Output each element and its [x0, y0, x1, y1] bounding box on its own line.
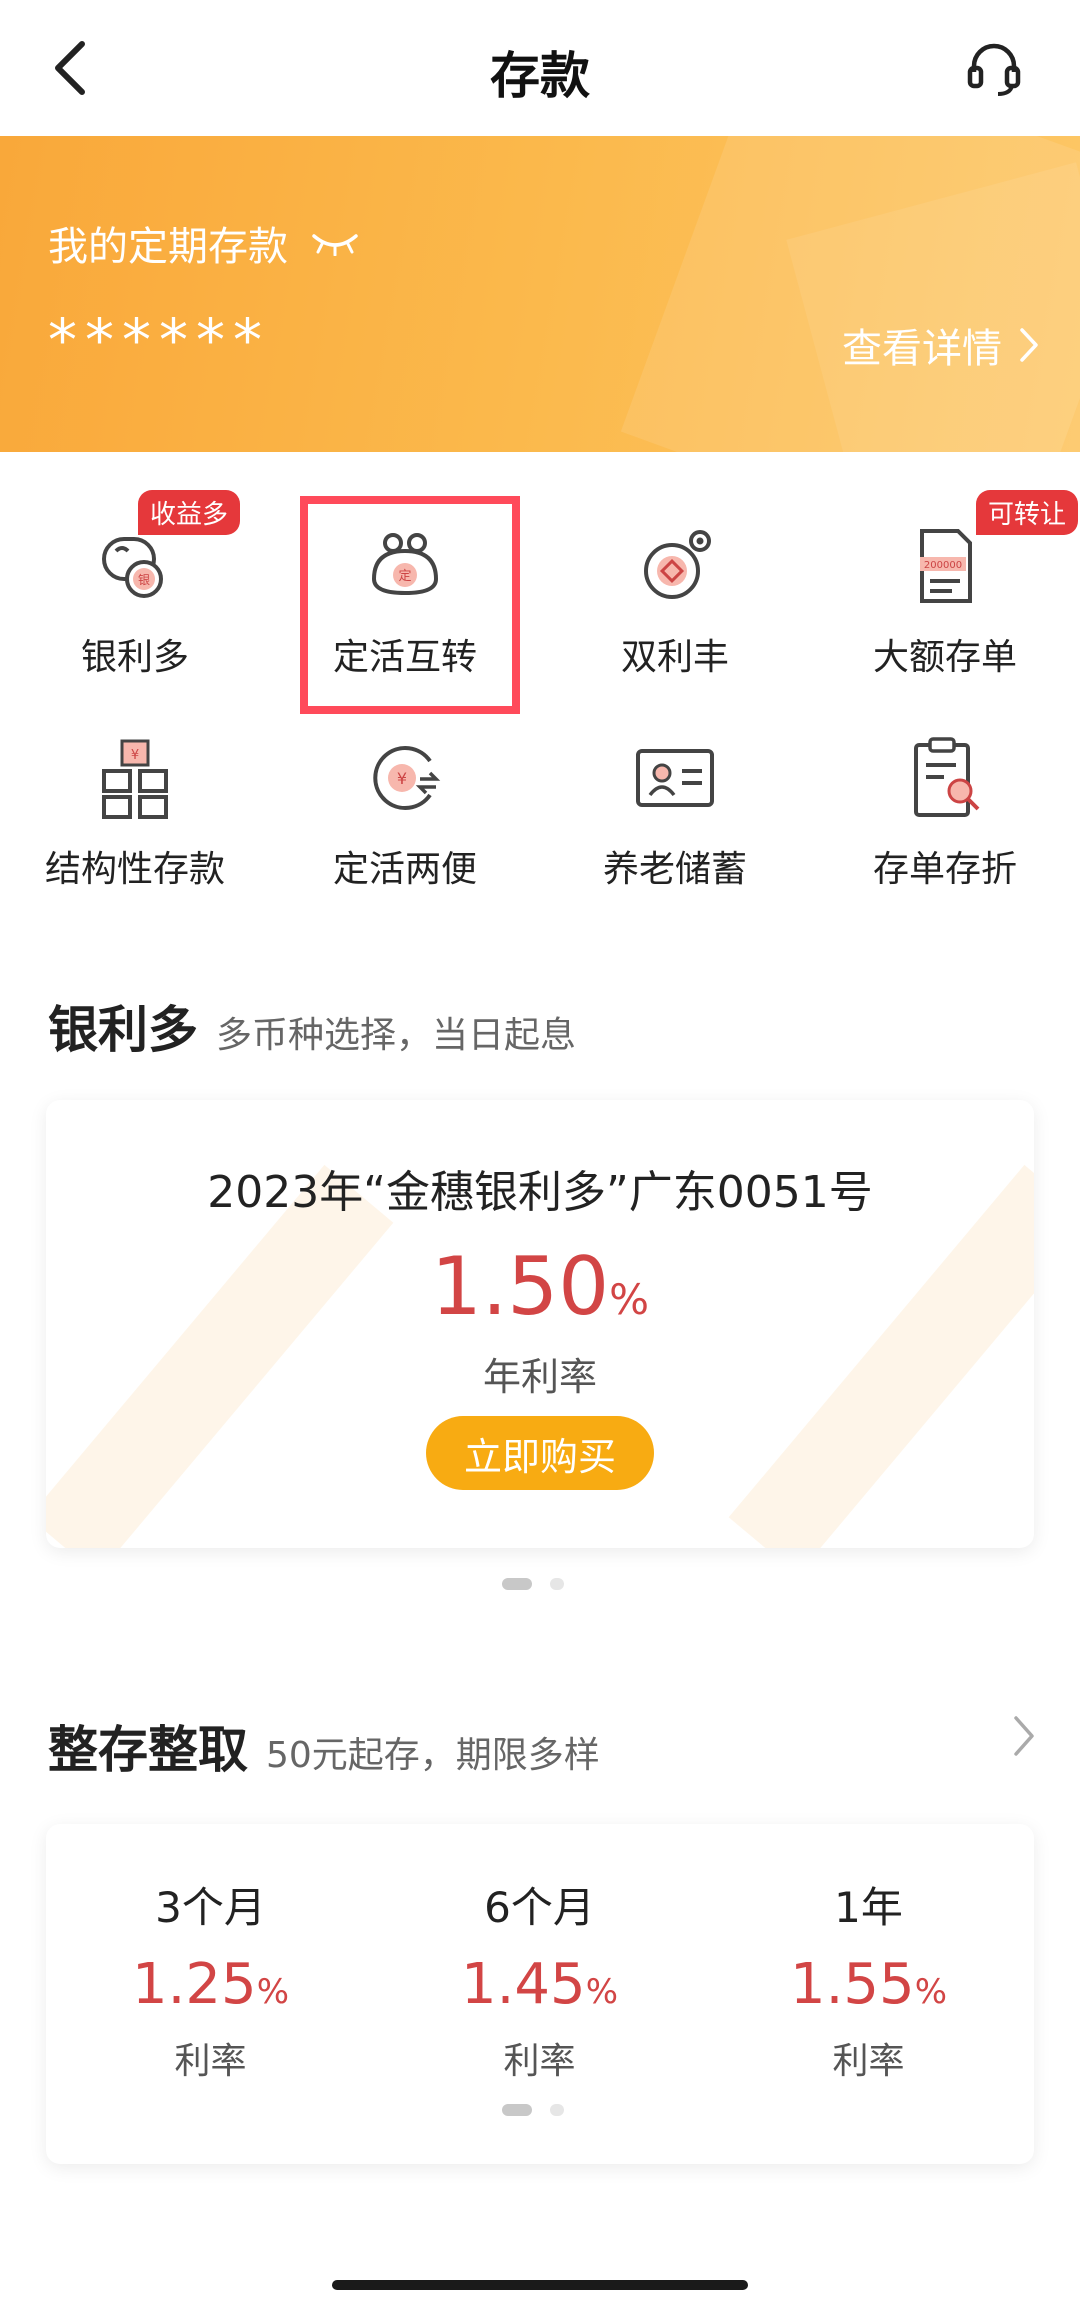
headset-icon [967, 43, 1021, 96]
chevron-right-icon [1020, 328, 1038, 362]
grid-item-large-deposit-certificate[interactable]: 200000 大额存单 可转让 [810, 482, 1080, 694]
banner-label: 我的定期存款 [48, 224, 288, 270]
section-fixed-deposit-header[interactable]: 整存整取 50元起存，期限多样 [48, 1710, 600, 1782]
home-indicator[interactable] [332, 2280, 748, 2290]
product-name: 2023年“金穗银利多”广东0051号 [207, 1167, 873, 1218]
feature-grid: 银 银利多 收益多 定 定活互转 双利丰 200000 大额存单 可转让 ¥ 结… [0, 482, 1080, 906]
badge-high-yield: 收益多 [138, 490, 241, 535]
badge-transferable: 可转让 [976, 490, 1079, 535]
grid-label: 定活两便 [332, 849, 477, 890]
my-deposit-banner[interactable]: 我的定期存款 ****** 查看详情 [0, 136, 1080, 452]
page-title: 存款 [490, 47, 590, 105]
grid-item-pension-savings[interactable]: 养老储蓄 [540, 694, 810, 906]
term-label: 利率 [174, 2041, 247, 2082]
carousel-dots [502, 1578, 564, 1590]
document-search-icon [897, 730, 993, 826]
view-details-link[interactable]: 查看详情 [842, 316, 1040, 374]
term-1-year[interactable]: 1年 1.55% 利率 [704, 1824, 1033, 2164]
grid-label: 银利多 [80, 637, 189, 678]
rate-label: 年利率 [482, 1355, 597, 1399]
carousel-dot-active[interactable] [502, 2104, 532, 2116]
term-label: 利率 [503, 2041, 576, 2082]
grid-label: 养老储蓄 [602, 849, 747, 890]
highlight-box [300, 496, 520, 714]
carousel-dot[interactable] [550, 2104, 564, 2116]
term-rate-value: 1.25 [132, 1952, 257, 2017]
grid-label: 大额存单 [872, 637, 1017, 678]
carousel-dots [502, 2104, 564, 2116]
term-label: 利率 [832, 2041, 905, 2082]
customer-service-button[interactable] [958, 32, 1030, 104]
section-subtitle: 多币种选择，当日起息 [216, 1015, 577, 1056]
grid-label: 存单存折 [872, 849, 1017, 890]
rate-value: 1.50 [430, 1240, 610, 1333]
carousel-dot-active[interactable] [502, 1578, 532, 1590]
buy-now-button[interactable]: 立即购买 [426, 1416, 654, 1490]
grid-label: 结构性存款 [44, 849, 225, 890]
chevron-right-icon[interactable] [1012, 1714, 1036, 1758]
section-subtitle: 50元起存，期限多样 [266, 1735, 600, 1776]
term-rate-value: 1.55 [790, 1952, 915, 2017]
grid-item-structured-deposit[interactable]: ¥ 结构性存款 [0, 694, 270, 906]
structure-icon: ¥ [87, 730, 183, 826]
fixed-deposit-rates-card: 3个月 1.25% 利率 6个月 1.45% 利率 1年 1.55% 利率 [46, 1824, 1034, 2164]
rate-unit: % [609, 1275, 650, 1324]
yuan-exchange-icon: ¥ [357, 730, 453, 826]
section-title: 银利多 [48, 1001, 198, 1059]
masked-balance: ****** [48, 306, 270, 374]
term-name: 3个月 [155, 1883, 266, 1932]
grid-item-shuanglifeng[interactable]: 双利丰 [540, 482, 810, 694]
svg-text:¥: ¥ [397, 769, 407, 788]
banner-label-row: 我的定期存款 [48, 214, 360, 272]
svg-text:银: 银 [138, 573, 150, 587]
term-name: 1年 [834, 1883, 903, 1932]
svg-text:200000: 200000 [924, 560, 962, 571]
grid-label: 双利丰 [620, 637, 729, 678]
term-3-months[interactable]: 3个月 1.25% 利率 [46, 1824, 375, 2164]
grid-item-dinghuo-liangbian[interactable]: ¥ 定活两便 [270, 694, 540, 906]
view-details-label: 查看详情 [842, 326, 1002, 372]
term-rate-value: 1.45 [461, 1952, 586, 2017]
term-rate-unit: % [914, 1972, 947, 2012]
term-rate: 1.55% [704, 1952, 1033, 2017]
term-rate: 1.45% [375, 1952, 704, 2017]
coins-icon [627, 518, 723, 614]
carousel-dot[interactable] [550, 1578, 564, 1590]
term-name: 6个月 [484, 1883, 595, 1932]
svg-text:¥: ¥ [131, 748, 139, 763]
term-rate-unit: % [256, 1972, 289, 2012]
term-rate: 1.25% [46, 1952, 375, 2017]
product-card[interactable]: 2023年“金穗银利多”广东0051号 1.50% 年利率 立即购买 [46, 1100, 1034, 1548]
product-rate: 1.50% [46, 1240, 1034, 1333]
section-title: 整存整取 [48, 1721, 248, 1779]
nav-bar: 存款 [0, 0, 1080, 136]
grid-item-certificate-passbook[interactable]: 存单存折 [810, 694, 1080, 906]
id-card-icon [627, 730, 723, 826]
eye-closed-icon[interactable] [310, 230, 360, 256]
term-rate-unit: % [585, 1972, 618, 2012]
grid-item-yinliduo[interactable]: 银 银利多 收益多 [0, 482, 270, 694]
section-yinliduo-header: 银利多 多币种选择，当日起息 [48, 990, 576, 1062]
